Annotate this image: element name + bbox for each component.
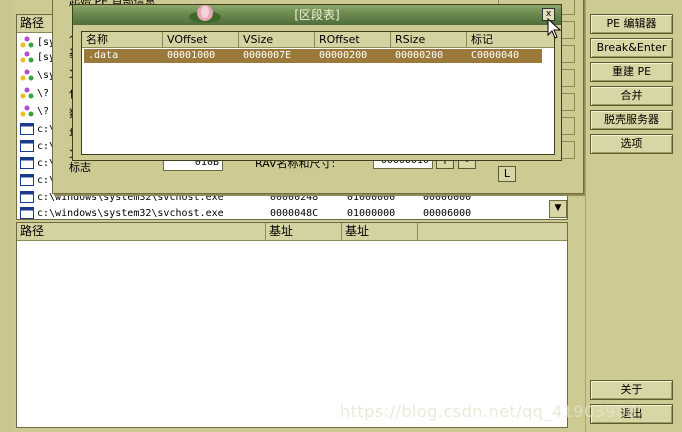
merge-button[interactable]: 合并 <box>590 86 673 106</box>
column-header-empty[interactable] <box>418 223 565 240</box>
column-header-roffset[interactable]: ROffset <box>315 32 391 48</box>
column-header-base-2[interactable]: 基址 <box>342 223 418 240</box>
process-icon <box>20 36 34 48</box>
column-header-name[interactable]: 名称 <box>82 32 163 48</box>
module-list[interactable]: 路径 基址 基址 <box>16 222 568 428</box>
options-button[interactable]: 选项 <box>590 134 673 154</box>
process-path: c:\windows\system32\svchost.exe <box>37 208 224 219</box>
section-table-dialog: [区段表] x 名称 VOffset VSize ROffset RSize 标… <box>72 4 562 161</box>
pe-editor-button[interactable]: PE 编辑器 <box>590 14 673 34</box>
about-button[interactable]: 关于 <box>590 380 673 400</box>
mouse-cursor-icon <box>547 18 562 39</box>
section-roffset: 00000200 <box>319 50 368 61</box>
section-dialog-title: [区段表] <box>294 8 340 22</box>
right-button-panel: PE 编辑器 Break&Enter 重建 PE 合并 脱壳服务器 选项 关于 … <box>585 0 682 432</box>
rebuild-pe-button[interactable]: 重建 PE <box>590 62 673 82</box>
window-icon <box>20 191 34 203</box>
window-icon <box>20 123 34 135</box>
section-voffset: 00001000 <box>167 50 216 61</box>
column-header-path[interactable]: 路径 <box>17 223 266 240</box>
section-dialog-titlebar[interactable]: [区段表] x <box>73 5 561 25</box>
window-icon <box>20 174 34 186</box>
process-value-3: 00006000 <box>423 208 472 219</box>
flags-label: 标志 <box>69 161 91 174</box>
section-row-selected[interactable]: .data 00001000 0000007E 00000200 0000020… <box>84 49 542 63</box>
unpack-server-button[interactable]: 脱壳服务器 <box>590 110 673 130</box>
process-row[interactable]: c:\windows\system32\svchost.exe 0000048C… <box>17 206 567 219</box>
column-header-flags[interactable]: 标记 <box>467 32 554 48</box>
break-enter-button[interactable]: Break&Enter <box>590 38 673 58</box>
section-rsize: 00000200 <box>395 50 444 61</box>
column-header-base[interactable]: 基址 <box>266 223 342 240</box>
process-icon <box>20 51 34 63</box>
section-flags: C0000040 <box>471 50 520 61</box>
process-value-1: 0000048C <box>270 208 319 219</box>
watermark: https://blog.csdn.net/qq_41903908 <box>340 402 638 421</box>
section-vsize: 0000007E <box>243 50 292 61</box>
column-header-voffset[interactable]: VOffset <box>163 32 239 48</box>
window-icon <box>20 207 34 219</box>
process-icon <box>20 105 34 117</box>
scroll-down-arrow-icon[interactable]: ▼ <box>549 200 567 218</box>
module-list-header: 路径 基址 基址 <box>17 223 567 241</box>
section-table[interactable]: 名称 VOffset VSize ROffset RSize 标记 .data … <box>81 31 555 155</box>
column-header-vsize[interactable]: VSize <box>239 32 315 48</box>
l-button[interactable]: L <box>498 166 516 182</box>
process-icon <box>20 87 34 99</box>
process-path: \? <box>37 88 50 99</box>
window-icon <box>20 140 34 152</box>
process-icon <box>20 69 34 81</box>
window-icon <box>20 157 34 169</box>
process-path: \? <box>37 106 50 117</box>
column-header-rsize[interactable]: RSize <box>391 32 467 48</box>
section-name: .data <box>88 50 119 61</box>
process-value-2: 01000000 <box>347 208 396 219</box>
